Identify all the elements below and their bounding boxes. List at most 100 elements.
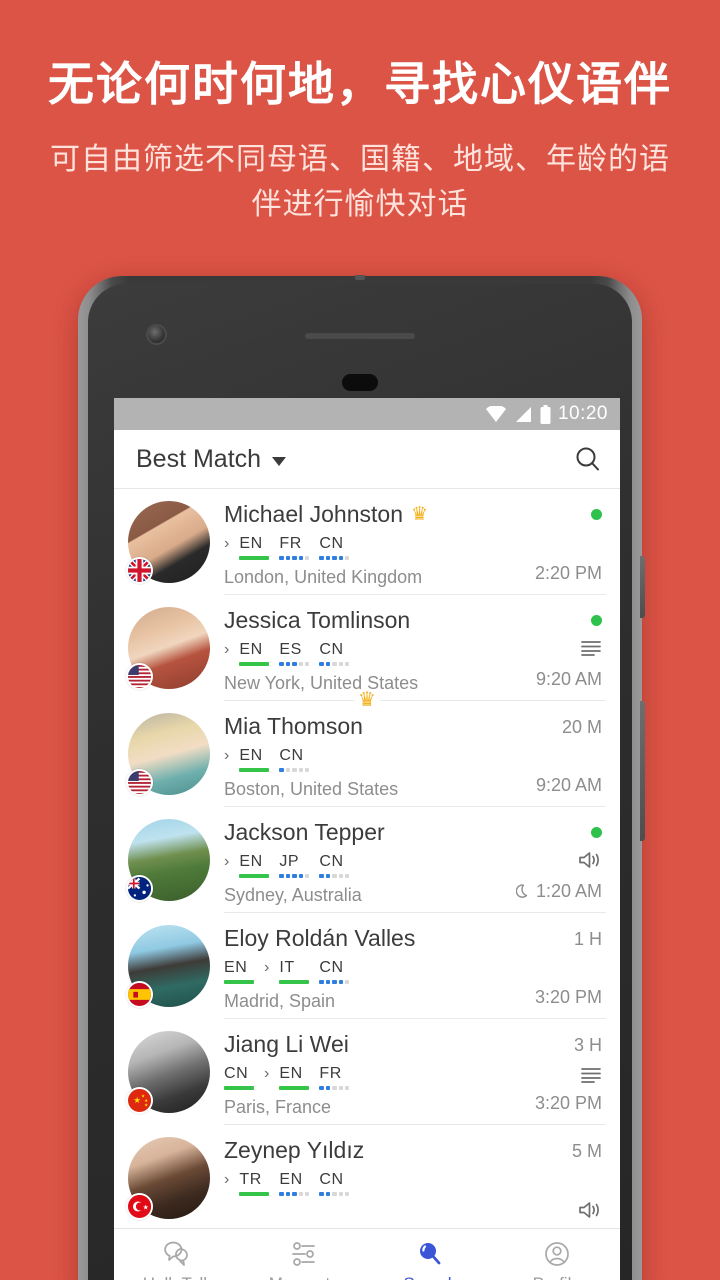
search-icon[interactable]	[573, 444, 603, 474]
sliders-icon	[289, 1239, 319, 1269]
language-code: CN	[319, 959, 344, 976]
voice-icon[interactable]	[578, 1200, 602, 1220]
wifi-icon	[485, 405, 506, 422]
avatar[interactable]	[126, 1031, 210, 1114]
text-lines-icon[interactable]	[580, 1066, 602, 1084]
power-button[interactable]	[640, 556, 645, 618]
search-filled-icon	[415, 1239, 445, 1269]
avatar[interactable]	[126, 925, 210, 1008]
language-chip: EN	[279, 1171, 310, 1196]
list-item[interactable]: Zeynep Yıldız › TR EN CN 5 M	[114, 1125, 620, 1231]
proficiency-bar-native	[239, 556, 270, 560]
list-item-meta: 20 M 9:20 AM	[536, 711, 602, 806]
language-list: › TR EN CN	[224, 1170, 606, 1196]
sliders-icon	[291, 1242, 315, 1266]
local-time: 9:20 AM	[535, 775, 602, 795]
nav-item-hellotalk[interactable]: HelloTalk	[114, 1239, 241, 1280]
list-item-status-icon[interactable]	[578, 1199, 602, 1221]
language-chip: EN	[239, 535, 270, 560]
battery-icon	[540, 404, 551, 424]
phone-body: 10:20 Best Match Michael Johnston ♛ › EN…	[88, 284, 632, 1280]
list-item[interactable]: Michael Johnston ♛ › EN FR CN London, Un…	[114, 489, 620, 595]
flag-au-icon	[126, 875, 153, 902]
language-chip: FR	[319, 1065, 350, 1090]
user-name-line: Zeynep Yıldız	[224, 1135, 606, 1165]
proficiency-bar-native	[239, 1192, 270, 1196]
language-chip: ES	[279, 641, 310, 666]
proficiency-bar-native	[279, 1086, 310, 1090]
bottom-navigation[interactable]: HelloTalk Moments Search Profile	[114, 1228, 620, 1280]
nav-item-moments[interactable]: Moments	[241, 1239, 368, 1280]
avatar[interactable]	[126, 713, 210, 796]
status-bar: 10:20	[114, 398, 620, 430]
app-bar-title: Best Match	[136, 444, 262, 473]
language-chip: CN	[279, 747, 310, 772]
language-chip: CN	[319, 1171, 350, 1196]
flag-es-icon	[126, 981, 153, 1008]
list-item-status-icon[interactable]	[580, 637, 602, 659]
chat-bubbles-icon	[162, 1239, 192, 1269]
user-name: Mia Thomson	[224, 712, 363, 739]
phone-top-notch	[355, 275, 365, 280]
user-name: Jiang Li Wei	[224, 1030, 349, 1057]
list-item-body: Jessica Tomlinson › EN ES CN New York, U…	[224, 605, 606, 701]
language-chip: CN	[319, 853, 350, 878]
list-item-status-icon[interactable]	[580, 1064, 602, 1086]
avatar[interactable]	[126, 819, 210, 902]
list-item-meta: 5 M	[572, 1135, 602, 1231]
language-chip: IT	[279, 959, 310, 984]
language-chip: EN	[239, 747, 270, 772]
person-icon	[544, 1242, 569, 1266]
language-code: FR	[319, 1065, 342, 1082]
signal-icon	[515, 406, 531, 422]
list-item-body: Jiang Li Wei CN › EN FR Paris, France 3 H…	[224, 1029, 606, 1125]
language-code: EN	[279, 1171, 303, 1188]
list-item-body: Jackson Tepper › EN JP CN Sydney, Austra…	[224, 817, 606, 913]
online-status-dot	[591, 615, 602, 626]
voice-icon[interactable]	[578, 850, 602, 870]
avatar[interactable]	[126, 1137, 210, 1220]
nav-item-label: HelloTalk	[143, 1274, 212, 1280]
proficiency-bar-native	[239, 768, 270, 772]
language-chip: EN	[279, 1065, 310, 1090]
nav-item-search[interactable]: Search	[367, 1239, 494, 1280]
promo-title: 无论何时何地，寻找心仪语伴	[48, 58, 672, 110]
language-code: CN	[224, 1065, 249, 1082]
user-list[interactable]: Michael Johnston ♛ › EN FR CN London, Un…	[114, 489, 620, 1231]
nav-item-profile[interactable]: Profile	[494, 1239, 621, 1280]
list-item[interactable]: Jackson Tepper › EN JP CN Sydney, Austra…	[114, 807, 620, 913]
list-item-meta: 1:20 AM	[515, 817, 602, 912]
volume-button[interactable]	[640, 701, 645, 841]
language-chip: EN	[224, 959, 254, 984]
language-direction-arrow: ›	[224, 1171, 230, 1188]
proficiency-bar-learning	[319, 874, 350, 878]
list-item-body: Mia Thomson › EN CN Boston, United State…	[224, 711, 606, 807]
text-lines-icon[interactable]	[580, 639, 602, 657]
proficiency-bar-native	[279, 980, 310, 984]
list-item[interactable]: Mia Thomson › EN CN Boston, United State…	[114, 701, 620, 807]
last-active-ago: 3 H	[573, 1035, 602, 1055]
proficiency-bar-learning	[279, 556, 310, 560]
language-chip: CN	[224, 1065, 254, 1090]
list-item-status-icon[interactable]	[578, 849, 602, 871]
language-direction-arrow: ›	[224, 641, 230, 658]
list-item[interactable]: Jessica Tomlinson › EN ES CN New York, U…	[114, 595, 620, 710]
promo-subtitle: 可自由筛选不同母语、国籍、地域、年龄的语伴进行愉快对话	[50, 142, 670, 221]
status-bar-clock: 10:20	[557, 403, 608, 424]
language-direction-arrow: ›	[224, 747, 230, 764]
avatar[interactable]	[126, 501, 210, 584]
proficiency-bar-learning	[319, 556, 350, 560]
local-time: 3:20 PM	[534, 987, 602, 1007]
user-name: Zeynep Yıldız	[224, 1136, 365, 1163]
flag-us-icon	[126, 769, 153, 796]
sort-selector[interactable]: Best Match	[136, 444, 287, 474]
list-item[interactable]: Jiang Li Wei CN › EN FR Paris, France 3 H…	[114, 1019, 620, 1125]
avatar[interactable]	[126, 607, 210, 690]
language-code: CN	[319, 535, 344, 552]
flag-gb-icon	[126, 557, 153, 584]
language-code: CN	[319, 853, 344, 870]
proficiency-bar-learning	[279, 1192, 310, 1196]
list-item[interactable]: Eloy Roldán Valles EN › IT CN Madrid, Spa…	[114, 913, 620, 1019]
list-item-meta: 3 H 3:20 PM	[535, 1029, 602, 1124]
list-item-body: Eloy Roldán Valles EN › IT CN Madrid, Spa…	[224, 923, 606, 1019]
